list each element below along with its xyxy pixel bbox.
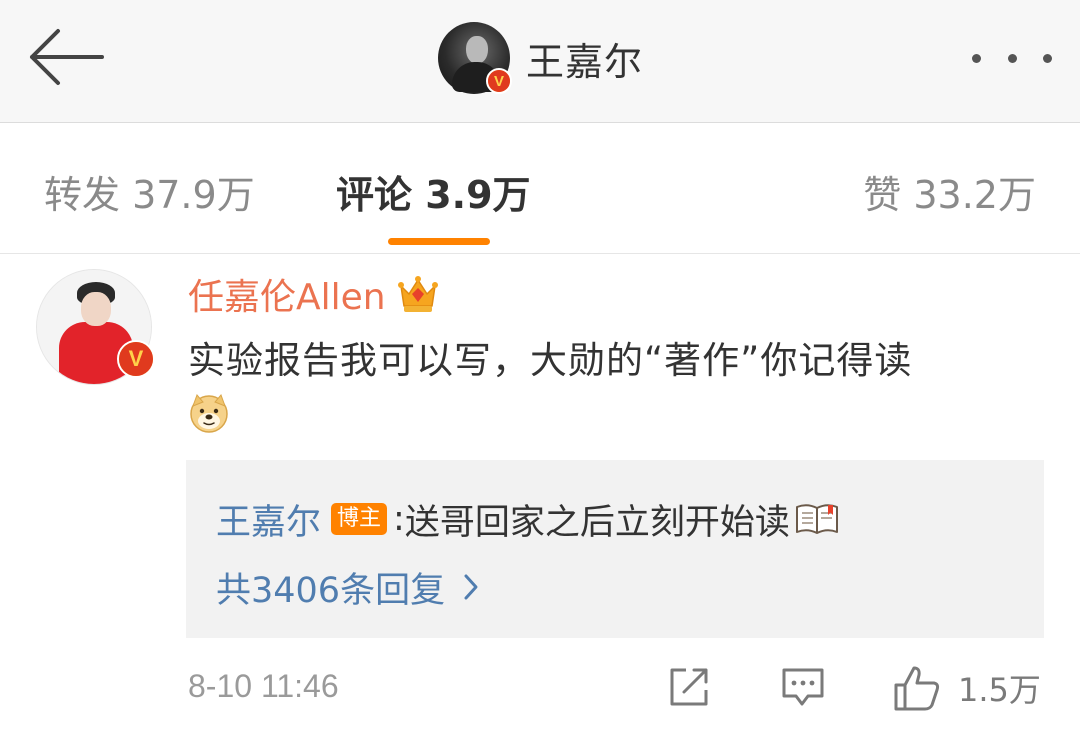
tab-bar: 转发 37.9万 评论 3.9万 赞 33.2万 [0, 124, 1080, 254]
reply-author[interactable]: 王嘉尔 [216, 494, 321, 545]
reply-button[interactable] [780, 664, 826, 714]
header-title-group[interactable]: V 王嘉尔 [438, 22, 643, 94]
back-button[interactable] [22, 22, 112, 92]
active-tab-indicator [388, 238, 490, 245]
doge-emoji-icon [190, 394, 228, 433]
thumbs-up-icon [894, 666, 940, 711]
comment-text: 实验报告我可以写，大勋的“著作”你记得读 [188, 339, 913, 382]
like-button[interactable]: 1.5万 [892, 660, 1041, 716]
reply-preview[interactable]: 王嘉尔 博主 : 送哥回家之后立刻开始读 共3406条回复 [186, 460, 1044, 638]
more-dots-icon [1043, 53, 1052, 63]
crown-icon [397, 276, 438, 312]
tab-likes[interactable]: 赞 33.2万 [863, 164, 1036, 219]
host-badge: 博主 [331, 503, 388, 535]
verified-badge-icon: V [486, 68, 512, 94]
reply-separator: : [393, 499, 405, 539]
chevron-right-icon [464, 574, 478, 600]
arrow-left-icon [30, 29, 104, 85]
commenter-avatar[interactable]: V [36, 269, 155, 385]
comment-icon [782, 668, 824, 706]
verified-badge-icon: V [117, 340, 155, 378]
commenter-name-row: 任嘉伦Allen [188, 269, 440, 319]
commenter-name[interactable]: 任嘉伦Allen [188, 268, 386, 320]
reply-line: 王嘉尔 博主 : 送哥回家之后立刻开始读 [216, 494, 840, 544]
reply-text: 送哥回家之后立刻开始读 [404, 502, 790, 543]
comment-footer: 8-10 11:46 1.5万 [0, 660, 1080, 720]
avatar-head [81, 292, 111, 326]
book-emoji-icon [795, 504, 838, 534]
comment-timestamp: 8-10 11:46 [188, 668, 339, 704]
avatar[interactable]: V [438, 22, 512, 94]
like-count: 1.5万 [958, 671, 1041, 709]
more-dots-icon [1007, 53, 1017, 63]
comment-item: V 任嘉伦Allen 实验报告我可以写，大勋的“著作”你记得读 王嘉尔 博主 :… [0, 255, 1080, 730]
tab-reposts[interactable]: 转发 37.9万 [44, 164, 255, 219]
top-bar: V 王嘉尔 [0, 0, 1080, 123]
page-title: 王嘉尔 [526, 39, 644, 84]
tab-comments[interactable]: 评论 3.9万 [336, 164, 531, 219]
share-button[interactable] [666, 664, 712, 714]
share-icon [670, 668, 708, 706]
view-replies-link[interactable]: 共3406条回复 [216, 562, 479, 612]
more-dots-icon [972, 53, 981, 63]
avatar-face [466, 36, 488, 64]
more-button[interactable] [972, 42, 1052, 74]
reply-count-text: 共3406条回复 [216, 570, 446, 611]
